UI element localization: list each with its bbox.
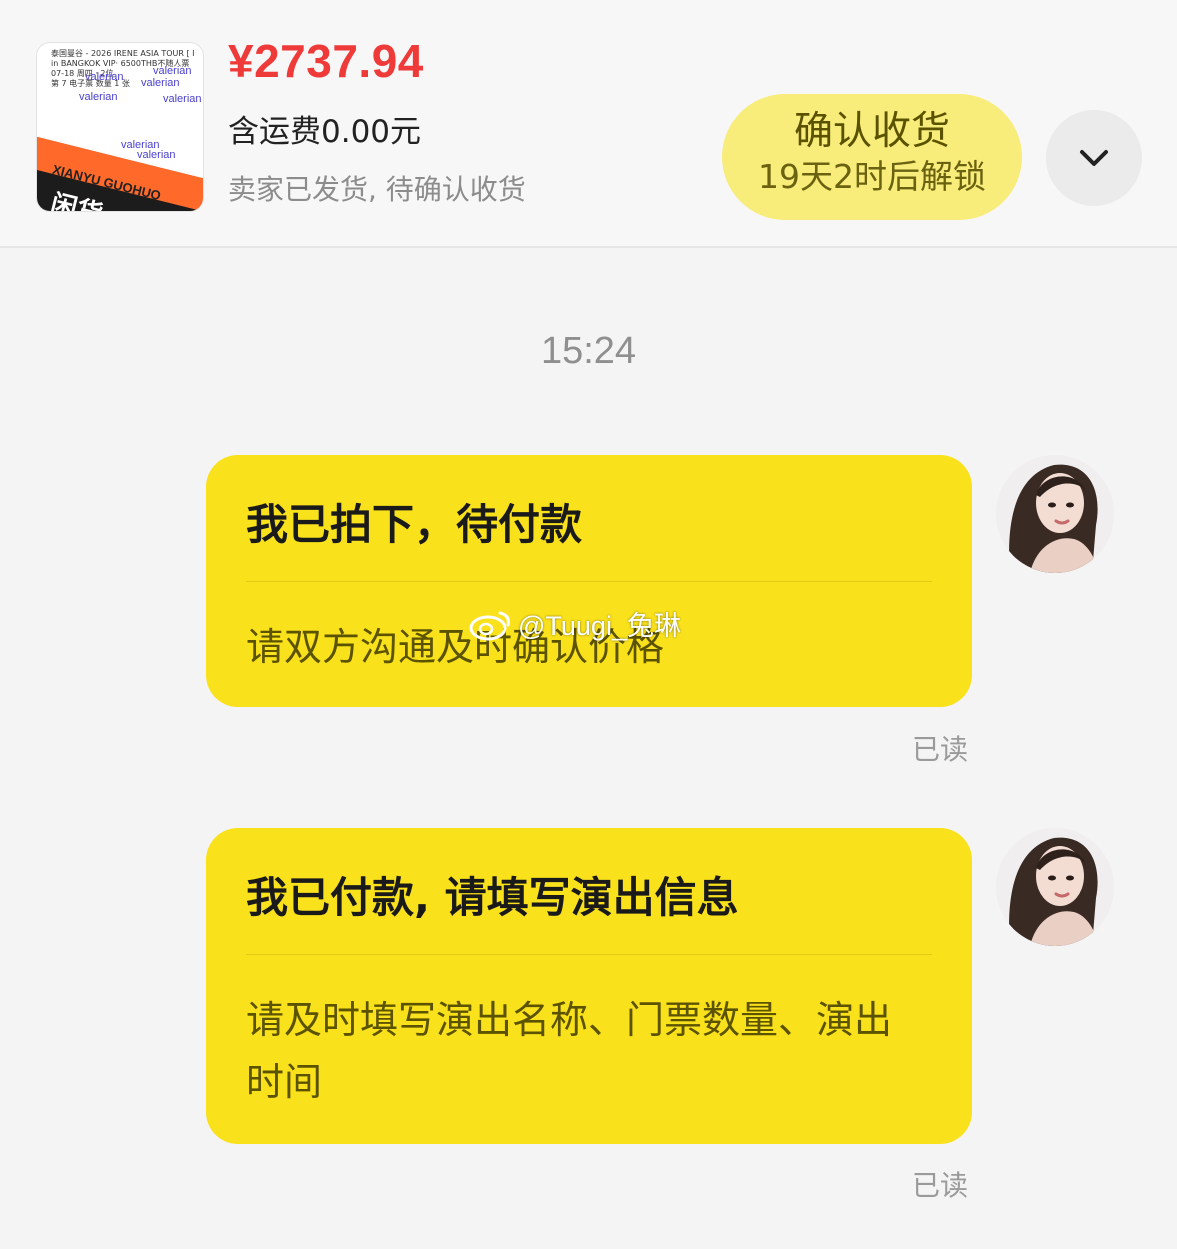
shipping-fee: 含运费0.00元	[228, 114, 422, 150]
message-title: 我已拍下，待付款	[246, 500, 583, 549]
confirm-receipt-button[interactable]: 确认收货 19天2时后解锁	[722, 94, 1022, 220]
order-summary-bar: 泰国曼谷 - 2026 IRENE ASIA TOUR [ I-WILL ] i…	[0, 0, 1177, 248]
thumbnail-watermark: valerian	[85, 71, 124, 83]
message-body: 请及时填写演出名称、门票数量、演出时间	[246, 998, 893, 1104]
read-receipt: 已读	[912, 1169, 969, 1202]
watermark-text: @Tuugi_兔琳	[518, 611, 681, 641]
read-receipt: 已读	[912, 733, 969, 766]
watermark: @Tuugi_兔琳	[468, 604, 681, 648]
product-thumbnail[interactable]: 泰国曼谷 - 2026 IRENE ASIA TOUR [ I-WILL ] i…	[36, 42, 204, 212]
thumbnail-watermark: valerian	[137, 149, 176, 161]
chevron-down-icon	[1080, 150, 1108, 166]
avatar[interactable]	[996, 455, 1114, 573]
order-price: ¥2737.94	[228, 35, 424, 87]
message-title: 我已付款, 请填写演出信息	[246, 873, 739, 922]
unlock-countdown: 19天2时后解锁	[758, 157, 986, 196]
thumbnail-watermark: valerian	[141, 77, 180, 89]
avatar[interactable]	[996, 828, 1114, 946]
confirm-receipt-label: 确认收货	[793, 109, 950, 154]
thumbnail-watermark: valerian	[79, 91, 118, 103]
chat-timestamp: 15:24	[540, 330, 637, 372]
thumbnail-watermark: valerian	[153, 65, 192, 77]
message-divider	[246, 581, 932, 582]
weibo-logo-icon	[468, 607, 514, 648]
system-message-card[interactable]: 我已拍下，待付款 请双方沟通及时确认价格	[206, 455, 972, 707]
avatar-image	[996, 828, 1114, 946]
thumbnail-watermark: valerian	[163, 93, 202, 105]
message-divider	[246, 954, 932, 955]
system-message-card[interactable]: 我已付款, 请填写演出信息 请及时填写演出名称、门票数量、演出时间	[206, 828, 972, 1144]
avatar-image	[996, 455, 1114, 573]
thumbnail-title-line: 泰国曼谷 - 2026 IRENE ASIA TOUR [ I-WILL ]	[51, 49, 195, 58]
order-status: 卖家已发货, 待确认收货	[228, 173, 526, 206]
expand-order-button[interactable]	[1046, 110, 1142, 206]
